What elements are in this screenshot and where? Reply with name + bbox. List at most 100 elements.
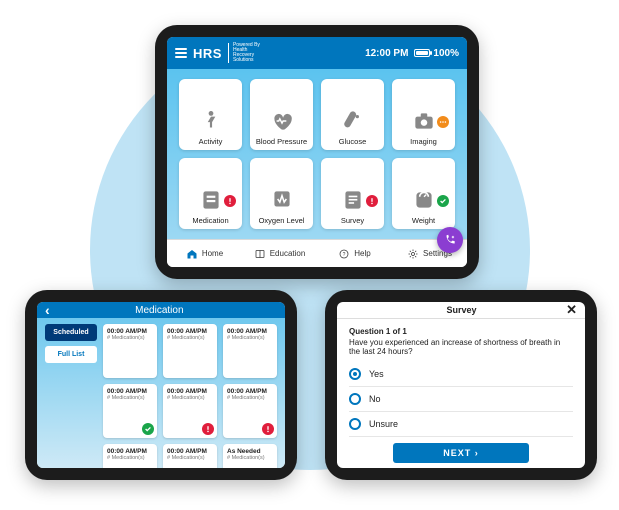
survey-title: Survey [357, 305, 566, 315]
med-card-sub: # Medication(s) [167, 455, 213, 461]
alert-badge-red [262, 423, 274, 435]
book-icon [254, 248, 266, 260]
med-card[interactable]: 00:00 AM/PM# Medication(s) [223, 384, 277, 438]
oxygen-icon [269, 187, 295, 213]
med-card-time: 00:00 AM/PM [107, 448, 153, 455]
alert-badge-red [366, 195, 378, 207]
medication-icon [198, 187, 224, 213]
activity-icon [198, 108, 224, 134]
nav-help[interactable]: ? Help [317, 240, 392, 267]
tile-label: Blood Pressure [256, 138, 307, 146]
med-tabs: Scheduled Full List [45, 324, 97, 468]
option-label: Unsure [369, 419, 398, 429]
med-card-sub: # Medication(s) [227, 335, 273, 341]
menu-icon[interactable] [175, 48, 187, 58]
med-card-time: 00:00 AM/PM [167, 448, 213, 455]
med-card-sub: # Medication(s) [107, 455, 153, 461]
med-card[interactable]: As Needed# Medication(s) [223, 444, 277, 468]
tab-scheduled[interactable]: Scheduled [45, 324, 97, 341]
nav-label: Home [202, 249, 223, 258]
alert-badge-red [202, 423, 214, 435]
med-card[interactable]: 00:00 AM/PM# Medication(s) [223, 324, 277, 378]
tile-label: Glucose [339, 138, 367, 146]
tile-activity[interactable]: Activity [179, 79, 242, 150]
tile-weight[interactable]: Weight [392, 158, 455, 229]
question-number: Question 1 of 1 [349, 327, 573, 336]
nav-education[interactable]: Education [242, 240, 317, 267]
tablet-survey: Survey ✕ Question 1 of 1 Have you experi… [325, 290, 597, 480]
med-card-sub: # Medication(s) [107, 395, 153, 401]
med-topbar: ‹ Medication [37, 302, 285, 318]
back-icon[interactable]: ‹ [45, 302, 50, 318]
tile-oxygen[interactable]: Oxygen Level [250, 158, 313, 229]
radio-icon [349, 393, 361, 405]
med-card-time: 00:00 AM/PM [227, 388, 273, 395]
success-badge-green [437, 195, 449, 207]
tablet-medication: ‹ Medication Scheduled Full List 00:00 A… [25, 290, 297, 480]
help-icon: ? [338, 248, 350, 260]
glucose-icon [340, 108, 366, 134]
option-label: Yes [369, 369, 384, 379]
svg-text:?: ? [343, 252, 346, 258]
radio-icon [349, 368, 361, 380]
tile-glucose[interactable]: Glucose [321, 79, 384, 150]
survey-option[interactable]: Yes [349, 362, 573, 387]
med-card-time: 00:00 AM/PM [167, 328, 213, 335]
med-card-sub: # Medication(s) [107, 335, 153, 341]
med-card[interactable]: 00:00 AM/PM# Medication(s) [103, 384, 157, 438]
tile-label: Activity [199, 138, 223, 146]
tile-label: Weight [412, 217, 435, 225]
survey-option[interactable]: No [349, 387, 573, 412]
alert-badge-red [224, 195, 236, 207]
med-card-grid: 00:00 AM/PM# Medication(s)00:00 AM/PM# M… [103, 324, 277, 468]
option-label: No [369, 394, 381, 404]
tile-label: Medication [192, 217, 228, 225]
med-card-sub: # Medication(s) [227, 455, 273, 461]
survey-topbar: Survey ✕ [337, 302, 585, 319]
med-card-time: As Needed [227, 448, 273, 455]
nav-label: Education [270, 249, 306, 258]
med-card[interactable]: 00:00 AM/PM# Medication(s) [103, 324, 157, 378]
gear-icon [407, 248, 419, 260]
med-card[interactable]: 00:00 AM/PM# Medication(s) [163, 444, 217, 468]
med-card[interactable]: 00:00 AM/PM# Medication(s) [163, 384, 217, 438]
alert-badge-orange [437, 116, 449, 128]
home-topbar: HRS Powered By Health Recovery Solutions… [167, 37, 467, 69]
home-icon [186, 248, 198, 260]
next-label: NEXT [443, 448, 471, 458]
tile-survey[interactable]: Survey [321, 158, 384, 229]
med-card-sub: # Medication(s) [167, 335, 213, 341]
weight-icon [411, 187, 437, 213]
call-fab[interactable] [437, 227, 463, 253]
med-card-sub: # Medication(s) [167, 395, 213, 401]
tab-full-list[interactable]: Full List [45, 346, 97, 363]
nav-home[interactable]: Home [167, 240, 242, 267]
med-card-time: 00:00 AM/PM [107, 328, 153, 335]
brand-logo: HRS [193, 46, 222, 61]
tablet-home: HRS Powered By Health Recovery Solutions… [155, 25, 479, 279]
tile-label: Oxygen Level [259, 217, 305, 225]
tile-label: Survey [341, 217, 364, 225]
med-title: Medication [54, 305, 265, 316]
med-card-time: 00:00 AM/PM [107, 388, 153, 395]
question-text: Have you experienced an increase of shor… [349, 338, 573, 356]
med-card-time: 00:00 AM/PM [167, 388, 213, 395]
tile-label: Imaging [410, 138, 437, 146]
tile-blood-pressure[interactable]: Blood Pressure [250, 79, 313, 150]
med-card[interactable]: 00:00 AM/PM# Medication(s) [103, 444, 157, 468]
next-button[interactable]: NEXT › [393, 443, 529, 463]
camera-icon [411, 108, 437, 134]
heart-ecg-icon [269, 108, 295, 134]
med-card-time: 00:00 AM/PM [227, 328, 273, 335]
nav-label: Help [354, 249, 370, 258]
survey-option[interactable]: Unsure [349, 412, 573, 437]
brand-subtitle: Powered By Health Recovery Solutions [228, 43, 260, 63]
med-card-sub: # Medication(s) [227, 395, 273, 401]
tile-medication[interactable]: Medication [179, 158, 242, 229]
tile-imaging[interactable]: Imaging [392, 79, 455, 150]
close-icon[interactable]: ✕ [566, 302, 577, 318]
success-badge-green [142, 423, 154, 435]
battery-pct: 100% [433, 48, 459, 59]
med-card[interactable]: 00:00 AM/PM# Medication(s) [163, 324, 217, 378]
home-grid: Activity Blood Pressure Glucose Imaging … [167, 69, 467, 239]
